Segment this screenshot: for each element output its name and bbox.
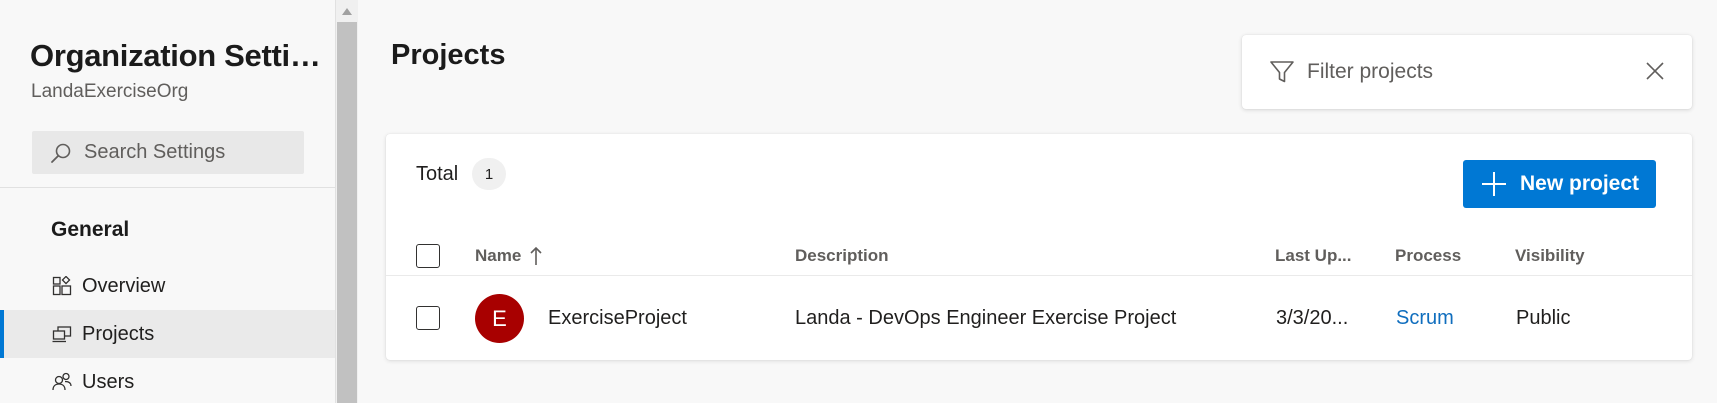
project-last-updated: 3/3/20... [1276, 306, 1349, 329]
sidebar-item-overview[interactable]: Overview [0, 262, 335, 310]
project-name-link[interactable]: ExerciseProject [548, 298, 687, 338]
column-header-name-label: Name [475, 246, 522, 265]
search-settings-input[interactable] [84, 141, 284, 164]
projects-card: Total 1 New project Name Description Las… [386, 134, 1692, 360]
org-settings-title: Organization Settin... [30, 38, 326, 73]
sort-ascending-icon [529, 246, 543, 266]
scrollbar-thumb[interactable] [337, 22, 357, 403]
page-title: Projects [391, 39, 506, 71]
org-name: LandaExerciseOrg [31, 81, 189, 102]
new-project-button[interactable]: New project [1463, 160, 1656, 208]
projects-icon [51, 323, 73, 345]
project-description: Landa - DevOps Engineer Exercise Project [795, 306, 1177, 329]
sidebar-item-label: Projects [82, 322, 155, 345]
total-label: Total [416, 163, 459, 185]
select-all-checkbox[interactable] [416, 244, 440, 268]
column-header-visibility[interactable]: Visibility [1515, 234, 1585, 278]
scroll-up-arrow-icon[interactable] [336, 0, 358, 22]
column-header-process[interactable]: Process [1395, 234, 1461, 278]
row-select-checkbox[interactable] [416, 306, 440, 330]
total-count-badge: 1 [472, 158, 506, 190]
sidebar-item-projects[interactable]: Projects [0, 310, 335, 358]
sidebar-item-label: Overview [82, 274, 166, 297]
plus-icon [1481, 171, 1507, 197]
users-icon [51, 371, 73, 393]
overview-icon [51, 275, 73, 297]
project-visibility: Public [1516, 306, 1571, 329]
close-icon[interactable] [1644, 60, 1666, 82]
project-avatar: E [475, 294, 524, 343]
column-header-last-updated[interactable]: Last Up... [1275, 234, 1352, 278]
sidebar-divider [0, 187, 335, 188]
sidebar-item-users[interactable]: Users [0, 358, 335, 403]
table-header-divider [386, 275, 1692, 276]
project-process-link[interactable]: Scrum [1396, 298, 1454, 338]
new-project-label: New project [1520, 172, 1640, 195]
column-header-description[interactable]: Description [795, 234, 889, 278]
search-settings-box[interactable] [32, 131, 304, 174]
sidebar-scrollbar[interactable] [336, 0, 358, 403]
section-header-general: General [51, 218, 130, 241]
filter-projects-box[interactable] [1242, 35, 1692, 109]
settings-sidebar: Organization Settin... LandaExerciseOrg … [0, 0, 336, 403]
search-icon [50, 142, 72, 164]
column-header-name[interactable]: Name [475, 234, 543, 278]
filter-icon [1269, 59, 1295, 85]
filter-projects-input[interactable] [1307, 60, 1627, 84]
sidebar-item-label: Users [82, 370, 135, 393]
